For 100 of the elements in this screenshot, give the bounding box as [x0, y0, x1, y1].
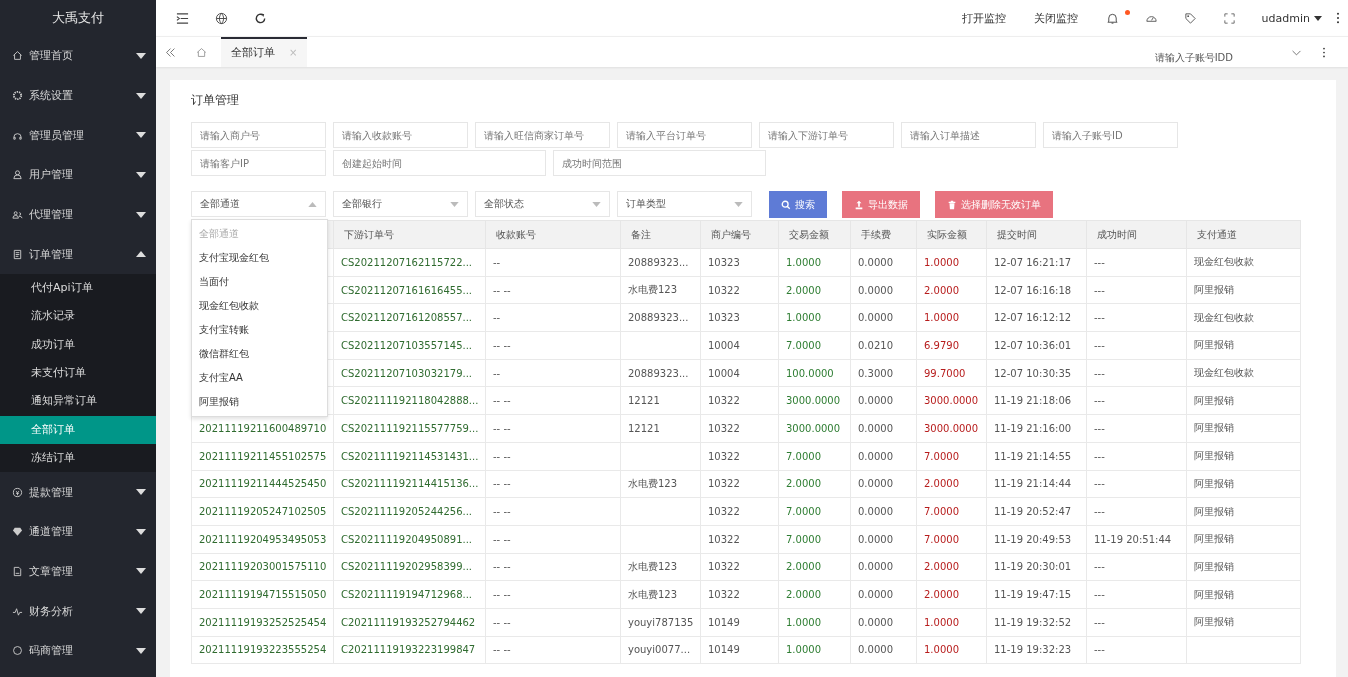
monitor-link[interactable]: 关闭监控: [1033, 10, 1078, 26]
table-cell: 0.0210: [858, 339, 893, 351]
more-icon[interactable]: [1336, 12, 1340, 24]
dropdown-option[interactable]: 支付宝转账: [192, 318, 327, 342]
table-cell: 0.0000: [858, 395, 893, 407]
table-cell: 12121: [628, 395, 660, 407]
input-field[interactable]: 请输入订单描述: [901, 122, 1036, 148]
sidebar-item[interactable]: 代理管理: [0, 194, 156, 235]
fullscreen-icon[interactable]: [1222, 11, 1236, 25]
bell-icon[interactable]: [1105, 11, 1119, 25]
table-cell: 水电费123: [628, 560, 678, 572]
table-cell: 11-19 21:14:44: [994, 478, 1072, 490]
table-cell: CS20211207103557145...: [341, 339, 473, 351]
refresh-icon[interactable]: [254, 11, 267, 25]
select-field[interactable]: 全部状态: [475, 191, 610, 217]
caret-down-icon: [592, 201, 601, 207]
select-field[interactable]: 全部通道: [191, 191, 326, 217]
table-cell: 10149: [708, 616, 740, 628]
sidebar-item[interactable]: 用户管理: [0, 155, 156, 195]
monitor-link[interactable]: 打开监控: [961, 10, 1006, 26]
file-icon: [12, 565, 23, 577]
sidebar-item[interactable]: 系统设置: [0, 75, 156, 116]
table-cell: ---: [1094, 561, 1105, 573]
table-cell: 7.0000: [786, 450, 821, 462]
sidebar-item[interactable]: 管理员管理: [0, 115, 156, 156]
more-icon[interactable]: [1322, 46, 1326, 58]
input-field[interactable]: 请输入下游订单号: [759, 122, 894, 148]
input-field[interactable]: 请输入收款账号: [333, 122, 468, 148]
table-cell: 20889323...: [628, 312, 689, 324]
caret-down-icon: [1314, 15, 1322, 21]
submenu-item[interactable]: 流水记录: [0, 302, 156, 331]
table-cell: 0.0000: [858, 256, 893, 268]
input-field[interactable]: 请输客户IP: [191, 150, 326, 176]
caret-down-icon: [136, 647, 146, 654]
caret-down-icon: [136, 568, 146, 575]
table-cell: 11-19 19:32:23: [994, 644, 1072, 656]
table-cell: 1.0000: [924, 256, 959, 268]
table-cell: 现金红包收款: [1194, 311, 1254, 323]
submenu-item[interactable]: 全部订单: [0, 415, 156, 444]
table-cell: 99.7000: [924, 367, 966, 379]
input-field[interactable]: 请输入商户号: [191, 122, 326, 148]
sidebar-item[interactable]: 管理首页: [0, 36, 156, 76]
input-field[interactable]: 请输入旺信商家订单号: [475, 122, 610, 148]
sidebar-item[interactable]: 财务分析: [0, 591, 156, 631]
sidebar-item[interactable]: 码商管理: [0, 630, 156, 671]
caret-down-icon: [136, 608, 146, 615]
tag-icon[interactable]: [1183, 11, 1197, 25]
caret-down-icon: [450, 201, 459, 207]
table-cell: --: [493, 312, 501, 324]
select-field[interactable]: 全部银行: [333, 191, 468, 217]
sidebar-item[interactable]: 订单管理: [0, 234, 156, 275]
table-cell: CS202111192114415136...: [341, 478, 479, 490]
table-cell: 20211119193252525454: [199, 616, 327, 628]
table-cell: 0.0000: [858, 589, 893, 601]
sidebar-item[interactable]: 文章管理: [0, 551, 156, 592]
trash-icon: [947, 199, 957, 210]
select-field[interactable]: 订单类型: [617, 191, 752, 217]
dropdown-option[interactable]: 当面付: [192, 270, 327, 294]
table-cell: 12121: [628, 422, 660, 434]
input-field[interactable]: 成功时间范围: [553, 150, 766, 176]
search-icon: [781, 199, 791, 210]
submenu-item[interactable]: 代付Api订单: [0, 274, 156, 303]
table-cell: CS20211207161616455...: [341, 284, 473, 296]
diamond-icon: [12, 526, 23, 538]
table-cell: 1.0000: [786, 312, 821, 324]
menu-icon[interactable]: [176, 11, 189, 25]
column-header: 实际金额: [916, 220, 987, 249]
submenu-item[interactable]: 成功订单: [0, 330, 156, 359]
table-cell: 1.0000: [924, 644, 959, 656]
input-field[interactable]: 创建起始时间: [333, 150, 546, 176]
table-cell: ---: [1094, 506, 1105, 518]
table-cell: -- --: [493, 284, 511, 296]
globe-icon[interactable]: [215, 11, 228, 25]
submenu-item[interactable]: 冻结订单: [0, 443, 156, 473]
dropdown-option[interactable]: 微信群红包: [192, 342, 327, 366]
double-chevron-left-icon[interactable]: [165, 46, 176, 58]
user-menu[interactable]: udadmin: [1261, 11, 1310, 25]
table-cell: 10322: [708, 478, 740, 490]
search-button[interactable]: 搜索: [769, 191, 827, 218]
table-cell: 阿里报销: [1194, 560, 1234, 572]
table-cell: ---: [1094, 644, 1105, 656]
dropdown-option[interactable]: 支付宝AA: [192, 366, 327, 390]
sidebar-item[interactable]: 通道管理: [0, 511, 156, 552]
input-field[interactable]: 请输入平台订单号: [617, 122, 752, 148]
table-cell: 2.0000: [786, 589, 821, 601]
table-cell: 2.0000: [786, 478, 821, 490]
page-tab[interactable]: 全部订单 ×: [221, 37, 308, 67]
sidebar-item[interactable]: 提款管理: [0, 472, 156, 512]
submenu-item[interactable]: 通知异常订单: [0, 387, 156, 416]
table-cell: 10322: [708, 533, 740, 545]
table-cell: 10322: [708, 395, 740, 407]
column-header: 备注: [620, 220, 701, 249]
dropdown-option[interactable]: 现金红包收款: [192, 294, 327, 318]
table-cell: CS202111192115577759...: [341, 422, 479, 434]
table-cell: 3000.0000: [786, 395, 841, 407]
caret-down-icon: [136, 211, 146, 218]
input-field[interactable]: 请输入子账号ID: [1043, 122, 1178, 148]
submenu-item[interactable]: 未支付订单: [0, 359, 156, 388]
table-cell: 11-19 21:14:55: [994, 450, 1072, 462]
table-cell: -- --: [493, 616, 511, 628]
